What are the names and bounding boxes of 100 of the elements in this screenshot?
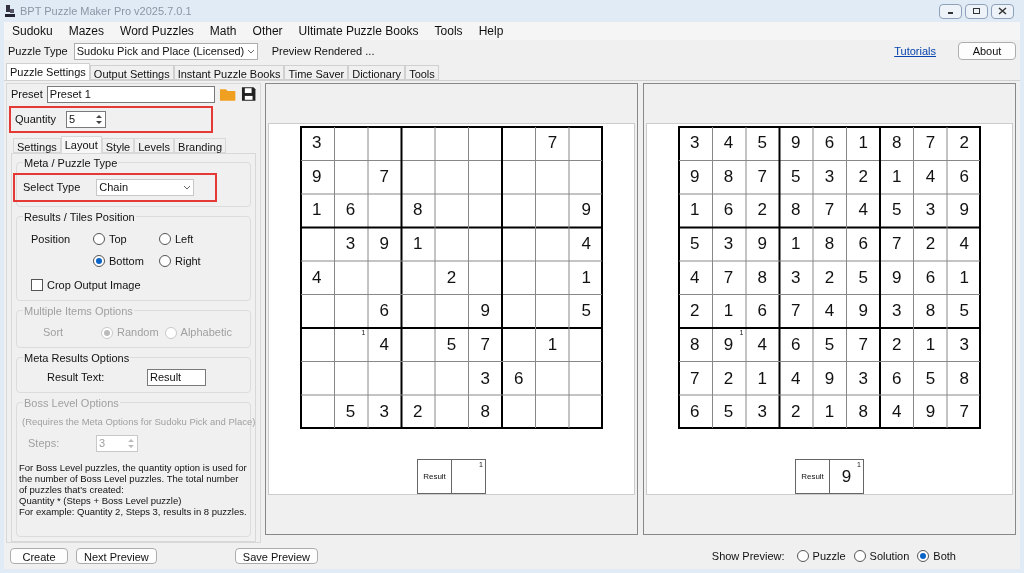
menu-item[interactable]: Mazes <box>68 22 105 40</box>
action-button[interactable]: Next Preview <box>76 548 157 564</box>
menu-item[interactable]: Other <box>252 22 283 40</box>
cell-digit: 7 <box>892 233 902 256</box>
cell-digit: 2 <box>791 401 801 424</box>
cell-digit: 3 <box>858 367 868 390</box>
tab[interactable]: Tools <box>405 65 439 80</box>
cell-digit: 8 <box>824 233 835 256</box>
cell-digit: 4 <box>925 165 936 188</box>
action-button[interactable]: Save Preview <box>234 548 319 564</box>
cell-digit: 4 <box>858 199 868 222</box>
cell-digit: 5 <box>446 334 457 357</box>
cell-digit: 5 <box>858 266 868 289</box>
cell-digit: 3 <box>379 401 389 424</box>
puzzle-type-dropdown[interactable]: Sudoku Pick and Place (Licensed) <box>73 42 258 60</box>
cell-digit: 3 <box>824 165 835 188</box>
cell-digit: 7 <box>690 367 700 390</box>
cell-digit: 6 <box>723 199 734 222</box>
help-text: For example: Quantity 2, Steps 3, results in 8 puzzles. <box>19 506 248 517</box>
cell-digit: 3 <box>757 401 767 424</box>
number-spinner[interactable]: 5 <box>65 111 106 128</box>
tab[interactable]: Dictionary <box>348 65 406 80</box>
maximize-icon[interactable] <box>972 7 981 15</box>
menu-item[interactable]: Tools <box>434 22 463 40</box>
cell-digit: 9 <box>480 300 490 323</box>
field-label: Quantity <box>15 112 56 128</box>
tab[interactable]: Layout <box>60 136 102 153</box>
cell-digit: 3 <box>925 199 936 222</box>
cell-digit: 1 <box>312 199 322 222</box>
note-text: (Requires the Meta Options for Sudoku Pick and Place) <box>22 415 256 427</box>
cell-digit: 9 <box>858 300 868 323</box>
about-button[interactable]: About <box>958 42 1016 60</box>
cell-digit: 5 <box>690 233 700 256</box>
cell-digit: 8 <box>858 401 868 424</box>
field-label: Steps: <box>28 435 61 451</box>
cell-digit: 9 <box>690 165 700 188</box>
tab[interactable]: Instant Puzzle Books <box>173 65 285 80</box>
result-text-input[interactable]: Result <box>147 369 206 386</box>
cell-digit: 4 <box>892 401 902 424</box>
cell-digit: 1 <box>959 266 969 289</box>
cell-digit: 7 <box>379 165 389 188</box>
menu-item[interactable]: Sudoku <box>12 22 53 40</box>
menu-item[interactable]: Math <box>209 22 237 40</box>
cell-digit: 4 <box>791 367 801 390</box>
cell-digit: 9 <box>892 266 902 289</box>
field-label: Puzzle Type <box>8 43 68 59</box>
close-button[interactable] <box>991 3 1014 19</box>
cell-digit: 9 <box>379 233 389 256</box>
type-dropdown[interactable]: Chain <box>96 179 195 196</box>
minimize-button[interactable] <box>939 3 962 19</box>
cell-digit: 8 <box>723 165 734 188</box>
tab[interactable]: Settings <box>13 138 61 153</box>
cell-digit: 7 <box>824 199 835 222</box>
cell-digit: 7 <box>858 334 868 357</box>
app-logo-icon <box>4 4 16 18</box>
radio-button[interactable] <box>159 254 171 267</box>
chevron-down-icon[interactable] <box>183 185 192 190</box>
tab[interactable]: Style <box>101 138 135 153</box>
menu-item[interactable]: Help <box>478 22 504 40</box>
radio-button[interactable] <box>93 233 105 246</box>
cell-digit: 3 <box>723 233 734 256</box>
cell-digit: 4 <box>757 334 767 357</box>
radio-button[interactable] <box>853 550 866 562</box>
chevron-down-icon[interactable] <box>246 48 255 54</box>
cell-digit: 8 <box>959 367 969 390</box>
window-title: BPT Puzzle Maker Pro v2025.7.0.1 <box>20 3 192 19</box>
cell-digit: 5 <box>892 199 902 222</box>
menu-item[interactable]: Ultimate Puzzle Books <box>298 22 419 40</box>
cell-digit: 9 <box>312 165 322 188</box>
field-label: Sort <box>43 325 65 341</box>
radio-button[interactable] <box>159 233 171 246</box>
tab[interactable]: Time Saver <box>284 65 349 80</box>
radio-label: Alphabetic <box>180 325 232 341</box>
field-label: Show Preview: <box>711 548 785 564</box>
tab[interactable]: Branding <box>174 138 227 153</box>
save-icon[interactable] <box>240 86 256 102</box>
preset-input[interactable]: Preset 1 <box>46 85 216 103</box>
radio-label: Left <box>175 232 194 247</box>
cell-digit: 9 <box>824 367 835 390</box>
cell-digit: 6 <box>514 367 524 390</box>
radio-button[interactable] <box>796 550 809 562</box>
close-icon[interactable] <box>998 7 1007 15</box>
tab[interactable]: Levels <box>134 138 175 153</box>
checkbox-label: Crop Output Image <box>47 278 141 293</box>
cell-digit: 7 <box>547 132 558 155</box>
cell-digit: 8 <box>757 266 767 289</box>
tab[interactable]: Output Settings <box>89 65 174 80</box>
checkbox[interactable] <box>31 279 43 292</box>
action-button[interactable]: Create <box>10 548 68 564</box>
tab[interactable]: Puzzle Settings <box>6 63 90 80</box>
cell-digit: 1 <box>723 300 734 323</box>
tutorials-link[interactable]: Tutorials <box>894 42 936 60</box>
field-label: Result Text: <box>47 370 106 386</box>
radio-button[interactable] <box>93 254 105 267</box>
menu-item[interactable]: Word Puzzles <box>120 22 194 40</box>
cell-digit: 8 <box>892 132 902 155</box>
cell-digit: 1 <box>791 233 801 256</box>
radio-button[interactable] <box>917 550 930 562</box>
cell-digit: 2 <box>723 367 734 390</box>
maximize-button[interactable] <box>965 3 988 19</box>
